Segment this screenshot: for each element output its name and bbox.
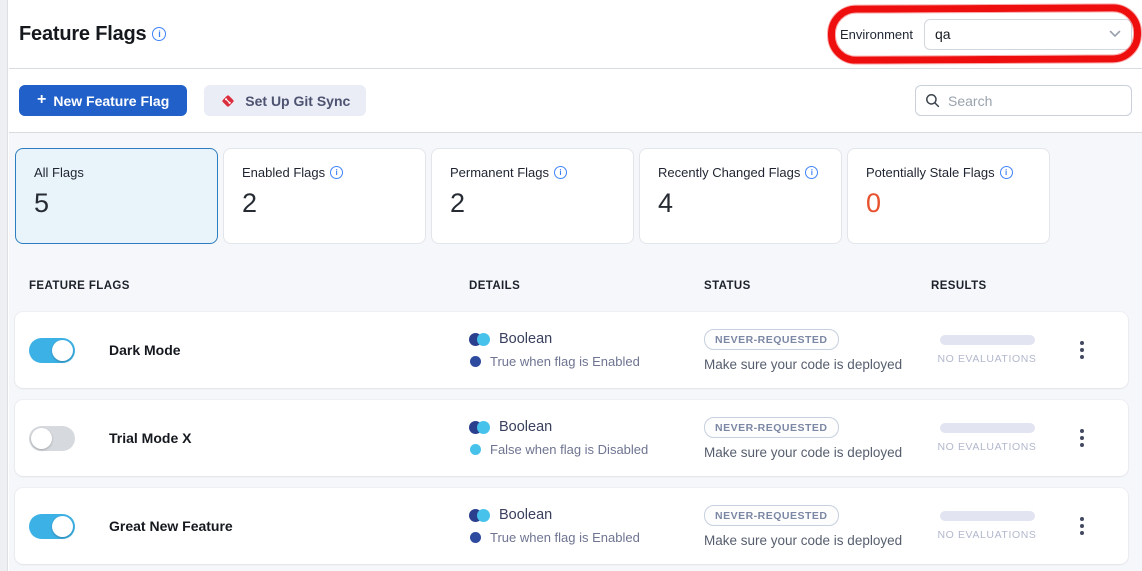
status-badge: NEVER-REQUESTED — [704, 417, 839, 438]
stat-card-enabled-flags[interactable]: Enabled Flags i 2 — [223, 148, 426, 244]
setup-git-sync-button[interactable]: Set Up Git Sync — [204, 85, 366, 116]
setup-git-sync-label: Set Up Git Sync — [245, 93, 350, 109]
flag-name[interactable]: Trial Mode X — [109, 430, 191, 446]
flag-detail: False when flag is Disabled — [490, 443, 648, 456]
column-header-details: Details — [469, 280, 704, 292]
environment-group: Environment qa — [840, 19, 1132, 50]
status-text: Make sure your code is deployed — [704, 533, 931, 548]
flag-toggle[interactable] — [29, 338, 75, 363]
boolean-type-icon — [469, 333, 490, 346]
row-menu-kebab-icon[interactable] — [1074, 335, 1090, 365]
stat-label: All Flags — [34, 165, 84, 180]
flag-type: Boolean — [499, 420, 552, 435]
status-badge: NEVER-REQUESTED — [704, 329, 839, 350]
new-feature-flag-button[interactable]: + New Feature Flag — [19, 85, 187, 116]
stat-value: 2 — [242, 188, 409, 219]
status-text: Make sure your code is deployed — [704, 357, 931, 372]
environment-label: Environment — [840, 27, 913, 42]
table-row: Dark Mode Boolean True when flag is Enab… — [15, 312, 1128, 388]
results-label: NO EVALUATIONS — [937, 353, 1036, 365]
boolean-type-icon — [469, 509, 490, 522]
table-row: Trial Mode X Boolean False when flag is … — [15, 400, 1128, 476]
results-label: NO EVALUATIONS — [937, 529, 1036, 541]
git-icon — [220, 93, 236, 109]
toggle-knob — [52, 516, 73, 537]
stat-value: 4 — [658, 188, 825, 219]
results-placeholder-bar — [940, 423, 1035, 433]
stat-label: Permanent Flags — [450, 165, 549, 180]
stat-label: Recently Changed Flags — [658, 165, 800, 180]
toolbar: + New Feature Flag Set Up Git Sync — [9, 69, 1142, 133]
flag-detail: True when flag is Enabled — [490, 531, 640, 544]
stat-label: Potentially Stale Flags — [866, 165, 995, 180]
flag-name[interactable]: Dark Mode — [109, 342, 181, 358]
stat-card-recently-changed-flags[interactable]: Recently Changed Flags i 4 — [639, 148, 842, 244]
feature-flags-page: Feature Flags i Environment qa + New Fea… — [0, 0, 1142, 571]
environment-value: qa — [935, 26, 951, 42]
new-feature-flag-label: New Feature Flag — [53, 93, 169, 109]
page-header: Feature Flags i Environment qa — [9, 0, 1142, 69]
column-header-status: Status — [704, 280, 931, 292]
stat-value: 5 — [34, 188, 201, 219]
results-placeholder-bar — [940, 511, 1035, 521]
stat-card-potentially-stale-flags[interactable]: Potentially Stale Flags i 0 — [847, 148, 1050, 244]
search-box[interactable] — [915, 85, 1132, 116]
stat-label: Enabled Flags — [242, 165, 325, 180]
stats-row: All Flags 5 Enabled Flags i 2 Permanent F… — [9, 148, 1142, 244]
stat-card-all-flags[interactable]: All Flags 5 — [15, 148, 218, 244]
info-icon[interactable]: i — [554, 166, 567, 179]
stat-value: 0 — [866, 188, 1033, 219]
info-icon[interactable]: i — [805, 166, 818, 179]
flag-toggle[interactable] — [29, 426, 75, 451]
page-title: Feature Flags — [19, 23, 146, 46]
chevron-down-icon — [1109, 30, 1121, 38]
value-bullet-icon — [470, 532, 481, 543]
table-header: Feature Flags Details Status Results — [9, 268, 1142, 304]
row-menu-kebab-icon[interactable] — [1074, 511, 1090, 541]
results-placeholder-bar — [940, 335, 1035, 345]
flag-detail: True when flag is Enabled — [490, 355, 640, 368]
environment-select[interactable]: qa — [924, 19, 1132, 50]
column-header-feature-flags: Feature Flags — [29, 280, 469, 292]
info-icon[interactable]: i — [1000, 166, 1013, 179]
column-header-results: Results — [931, 280, 1128, 292]
flag-name[interactable]: Great New Feature — [109, 518, 233, 534]
value-bullet-icon — [470, 356, 481, 367]
boolean-type-icon — [469, 421, 490, 434]
status-text: Make sure your code is deployed — [704, 445, 931, 460]
flag-toggle[interactable] — [29, 514, 75, 539]
flag-rows: Dark Mode Boolean True when flag is Enab… — [9, 312, 1142, 564]
content-area: All Flags 5 Enabled Flags i 2 Permanent F… — [9, 133, 1142, 571]
toggle-knob — [31, 428, 52, 449]
value-bullet-icon — [470, 444, 481, 455]
flag-type: Boolean — [499, 332, 552, 347]
info-icon[interactable]: i — [152, 27, 166, 41]
stat-value: 2 — [450, 188, 617, 219]
toggle-knob — [52, 340, 73, 361]
table-row: Great New Feature Boolean True when flag… — [15, 488, 1128, 564]
info-icon[interactable]: i — [330, 166, 343, 179]
search-icon — [925, 93, 940, 108]
flag-type: Boolean — [499, 508, 552, 523]
row-menu-kebab-icon[interactable] — [1074, 423, 1090, 453]
stat-card-permanent-flags[interactable]: Permanent Flags i 2 — [431, 148, 634, 244]
status-badge: NEVER-REQUESTED — [704, 505, 839, 526]
results-label: NO EVALUATIONS — [937, 441, 1036, 453]
sidebar-edge — [0, 0, 8, 571]
plus-icon: + — [37, 91, 46, 109]
search-input[interactable] — [948, 93, 1122, 109]
